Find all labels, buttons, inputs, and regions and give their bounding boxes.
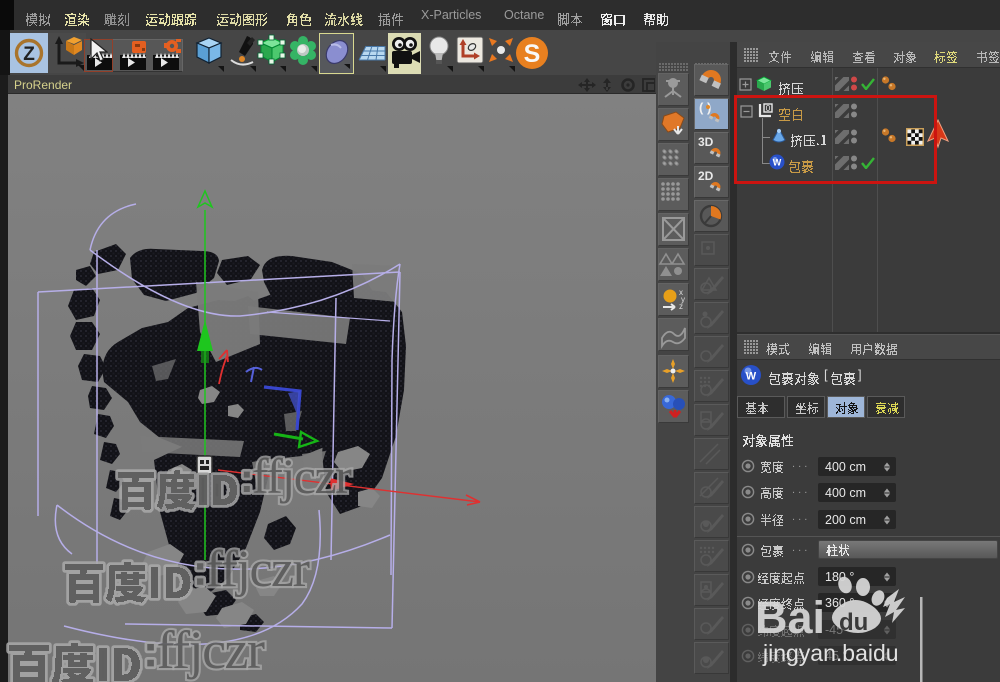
svg-text:ffjczr: ffjczr <box>252 448 352 504</box>
svg-text:ffjczr: ffjczr <box>157 620 265 680</box>
svg-text:W: W <box>746 371 757 383</box>
svg-text:Bai: Bai <box>755 592 825 643</box>
svg-text:3D: 3D <box>698 135 714 149</box>
svg-text:du: du <box>839 609 868 636</box>
svg-text:S: S <box>524 40 541 68</box>
svg-text:z: z <box>679 302 683 311</box>
svg-text:2D: 2D <box>698 169 714 183</box>
svg-text:Z: Z <box>23 44 35 65</box>
svg-text:jingyan.baidu: jingyan.baidu <box>762 640 899 666</box>
svg-text:ffjczr: ffjczr <box>206 541 310 598</box>
